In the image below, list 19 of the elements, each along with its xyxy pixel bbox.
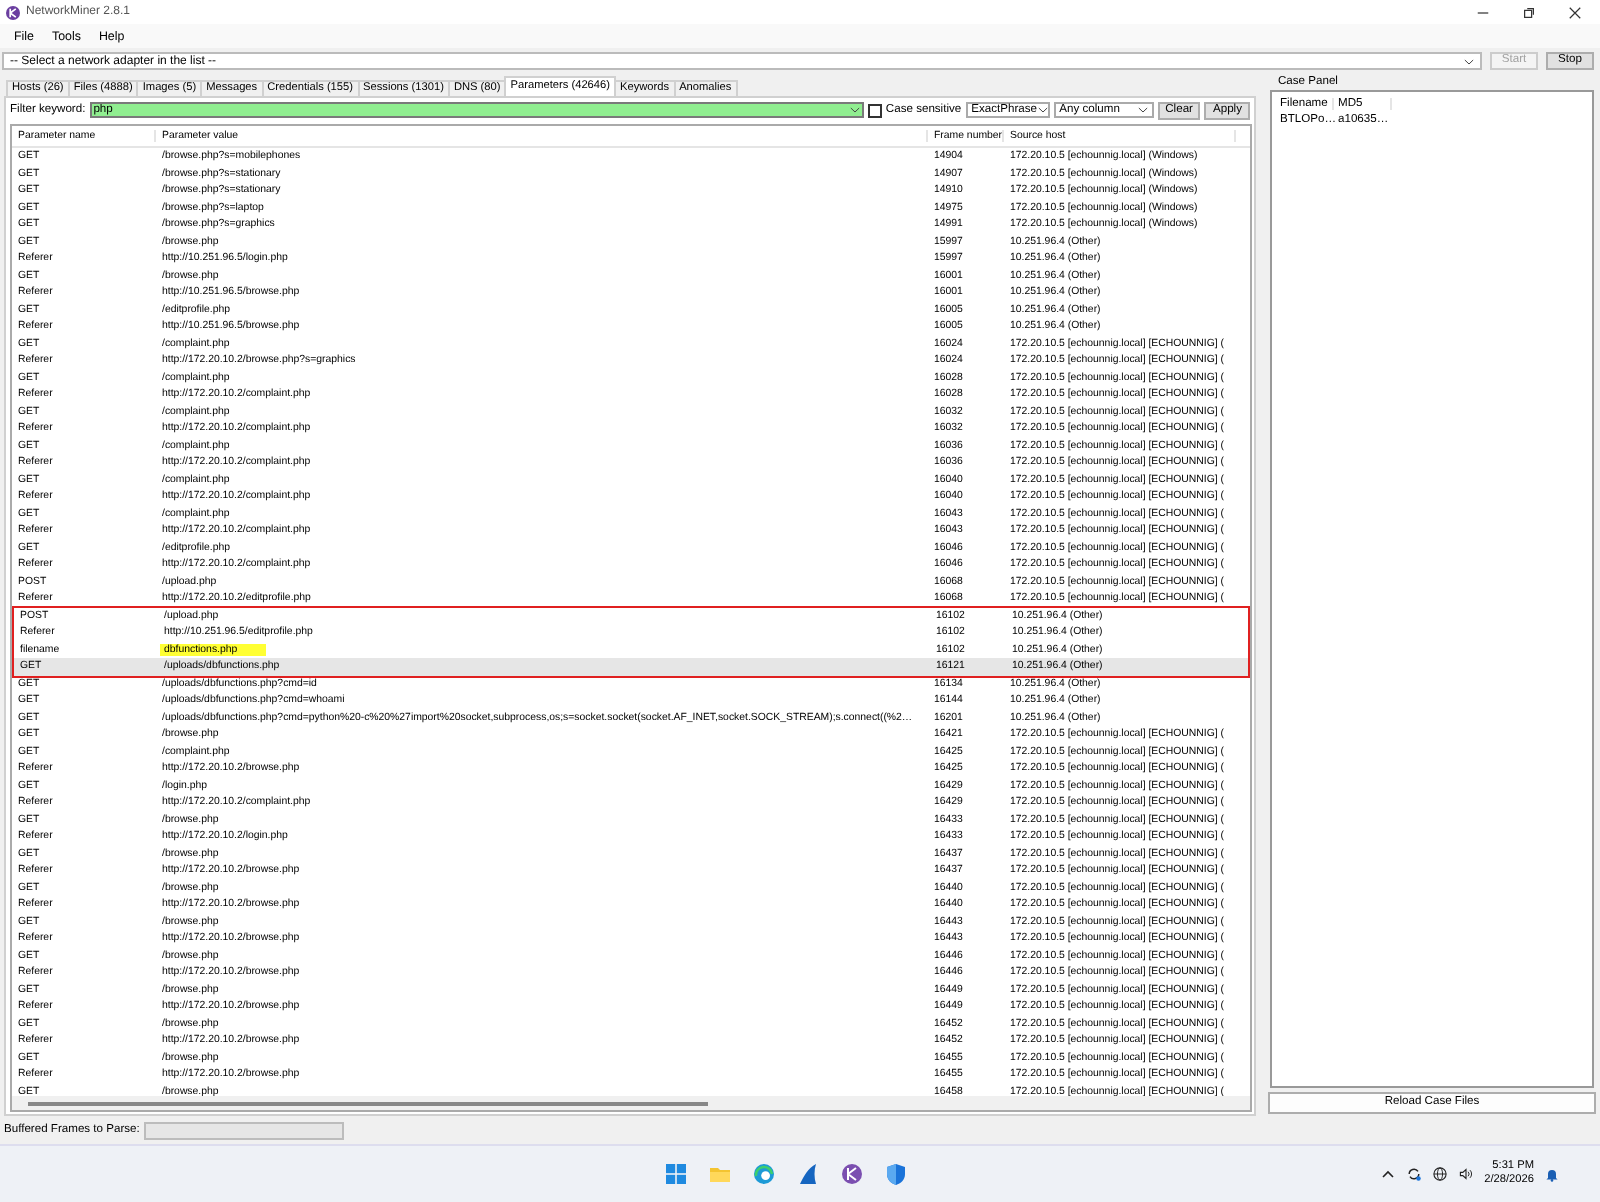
speaker-icon[interactable] <box>1458 1166 1475 1182</box>
app-logo-icon <box>6 5 20 19</box>
sync-icon[interactable] <box>1406 1166 1423 1182</box>
start-icon[interactable] <box>664 1162 688 1186</box>
caret-icon <box>849 106 860 114</box>
browser-icon[interactable] <box>752 1162 776 1186</box>
caret-icon <box>1464 57 1474 65</box>
caret-icon <box>1137 106 1148 114</box>
globe-icon[interactable] <box>1432 1166 1449 1182</box>
close-icon[interactable] <box>1568 5 1582 19</box>
horizontal-scrollbar[interactable] <box>12 1096 1250 1110</box>
caret-icon <box>1037 106 1047 114</box>
checkbox[interactable] <box>867 103 882 117</box>
caret-up-icon[interactable] <box>1380 1166 1397 1182</box>
restore-icon[interactable] <box>1522 5 1536 19</box>
fin-icon[interactable] <box>796 1162 820 1186</box>
bell-icon[interactable] <box>1544 1166 1560 1182</box>
app-logo-icon[interactable] <box>840 1162 864 1186</box>
shield-icon[interactable] <box>884 1162 908 1186</box>
